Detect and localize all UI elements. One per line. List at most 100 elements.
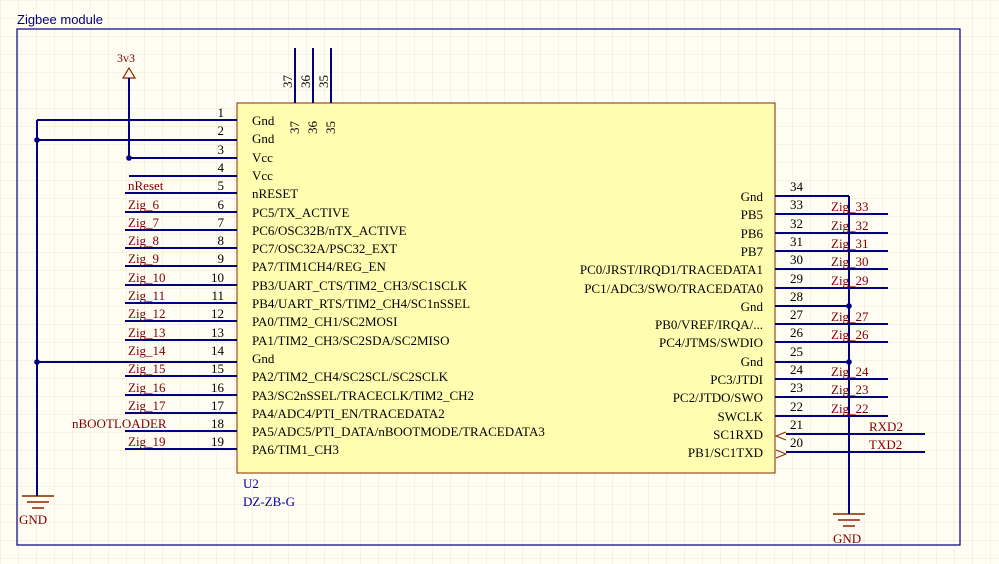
net-label-zig-16[interactable]: Zig_16 [128, 380, 166, 395]
right-pin-25-number: 25 [790, 344, 803, 359]
right-pin-27-number: 27 [790, 307, 804, 322]
net-label-zig-30[interactable]: Zig_30 [831, 254, 869, 269]
left-pin-12-name[interactable]: PA0/TIM2_CH1/SC2MOSI [252, 314, 397, 329]
left-pin-12-number: 12 [211, 306, 224, 321]
net-label-zig-8[interactable]: Zig_8 [128, 233, 159, 248]
net-label-rxd2[interactable]: RXD2 [869, 419, 903, 434]
left-pin-1-number: 1 [218, 105, 225, 120]
right-pin-31-number: 31 [790, 234, 803, 249]
net-label-zig-14[interactable]: Zig_14 [128, 343, 166, 358]
right-pin-20-name[interactable]: PB1/SC1TXD [688, 445, 763, 460]
right-pin-34-number: 34 [790, 179, 804, 194]
left-pin-13-name[interactable]: PA1/TIM2_CH3/SC2SDA/SC2MISO [252, 333, 449, 348]
right-pin-29-number: 29 [790, 271, 803, 286]
right-pin-30-number: 30 [790, 252, 803, 267]
right-pin-25-name[interactable]: Gnd [741, 354, 764, 369]
top-pin-37-name[interactable]: 37 [287, 121, 302, 135]
left-pin-15-name[interactable]: PA2/TIM2_CH4/SC2SCL/SC2SCLK [252, 369, 449, 384]
left-pin-18-name[interactable]: PA5/ADC5/PTI_DATA/nBOOTMODE/TRACEDATA3 [252, 424, 545, 439]
top-pin-37-number: 37 [280, 75, 295, 89]
right-pin-28-name[interactable]: Gnd [741, 299, 764, 314]
right-pin-33-number: 33 [790, 197, 803, 212]
left-pin-16-name[interactable]: PA3/SC2nSSEL/TRACECLK/TIM2_CH2 [252, 388, 474, 403]
net-label-zig-33[interactable]: Zig_33 [831, 199, 869, 214]
right-pin-33-name[interactable]: PB5 [741, 207, 763, 222]
left-pin-5-name[interactable]: nRESET [252, 186, 298, 201]
right-pin-23-number: 23 [790, 380, 803, 395]
net-label-zig-12[interactable]: Zig_12 [128, 306, 166, 321]
left-pin-7-number: 7 [218, 215, 225, 230]
net-label-zig-13[interactable]: Zig_13 [128, 325, 166, 340]
left-pin-15-number: 15 [211, 361, 224, 376]
left-pin-2-name[interactable]: Gnd [252, 131, 275, 146]
left-pin-7-name[interactable]: PC6/OSC32B/nTX_ACTIVE [252, 223, 407, 238]
right-pin-29-name[interactable]: PC1/ADC3/SWO/TRACEDATA0 [584, 281, 763, 296]
right-pin-22-name[interactable]: SWCLK [718, 409, 764, 424]
net-label-zig-19[interactable]: Zig_19 [128, 434, 166, 449]
left-pin-6-name[interactable]: PC5/TX_ACTIVE [252, 205, 350, 220]
left-pin-6-number: 6 [218, 197, 225, 212]
left-pin-10-name[interactable]: PB3/UART_CTS/TIM2_CH3/SC1SCLK [252, 278, 468, 293]
left-pin-5-number: 5 [218, 178, 225, 193]
right-pin-34-name[interactable]: Gnd [741, 189, 764, 204]
net-label-zig-29[interactable]: Zig_29 [831, 273, 869, 288]
vcc-label: 3v3 [117, 51, 135, 65]
net-label-zig-7[interactable]: Zig_7 [128, 215, 160, 230]
top-pin-36-name[interactable]: 36 [305, 121, 320, 135]
right-pin-31-name[interactable]: PB7 [741, 244, 764, 259]
net-label-zig-23[interactable]: Zig_23 [831, 382, 869, 397]
left-pin-17-name[interactable]: PA4/ADC4/PTI_EN/TRACEDATA2 [252, 406, 445, 421]
left-pin-9-name[interactable]: PA7/TIM1CH4/REG_EN [252, 259, 386, 274]
right-pin-21-name[interactable]: SC1RXD [713, 427, 763, 442]
net-label-zig-31[interactable]: Zig_31 [831, 236, 869, 251]
right-pin-32-number: 32 [790, 216, 803, 231]
net-label-zig-9[interactable]: Zig_9 [128, 251, 159, 266]
component-part-name: DZ-ZB-G [243, 494, 295, 509]
component-designator: U2 [243, 476, 259, 491]
net-label-zig-6[interactable]: Zig_6 [128, 197, 160, 212]
right-pin-32-name[interactable]: PB6 [741, 226, 764, 241]
right-pin-21-number: 21 [790, 417, 803, 432]
schematic-canvas: Zigbee module U2 DZ-ZB-G 3v3 GND GND 1 G… [0, 0, 999, 564]
net-label-zig-27[interactable]: Zig_27 [831, 309, 869, 324]
net-label-zig-10[interactable]: Zig_10 [128, 270, 166, 285]
net-label-zig-15[interactable]: Zig_15 [128, 361, 166, 376]
right-pin-27-name[interactable]: PB0/VREF/IRQA/... [655, 317, 763, 332]
left-pin-16-number: 16 [211, 380, 225, 395]
right-pin-24-name[interactable]: PC3/JTDI [710, 372, 763, 387]
right-pin-22-number: 22 [790, 399, 803, 414]
right-pin-26-number: 26 [790, 325, 804, 340]
schematic-sheet: Zigbee module U2 DZ-ZB-G 3v3 GND GND 1Gn… [0, 0, 999, 564]
top-pin-35-name[interactable]: 35 [323, 121, 338, 134]
right-pin-24-number: 24 [790, 362, 804, 377]
net-label-zig-22[interactable]: Zig_22 [831, 401, 869, 416]
net-label-nbootloader[interactable]: nBOOTLOADER [72, 416, 167, 431]
left-pin-1-name[interactable]: Gnd [252, 113, 275, 128]
net-label-zig-11[interactable]: Zig_11 [128, 288, 165, 303]
gnd-left-label: GND [19, 512, 47, 527]
net-label-zig-32[interactable]: Zig_32 [831, 218, 869, 233]
left-pin-19-name[interactable]: PA6/TIM1_CH3 [252, 442, 339, 457]
net-label-zig-17[interactable]: Zig_17 [128, 398, 166, 413]
left-pin-17-number: 17 [211, 398, 225, 413]
left-pin-4-number: 4 [218, 160, 225, 175]
right-pin-28-number: 28 [790, 289, 803, 304]
left-pin-14-number: 14 [211, 343, 225, 358]
left-pin-19-number: 19 [211, 434, 224, 449]
net-label-nreset[interactable]: nReset [128, 178, 164, 193]
left-pin-8-name[interactable]: PC7/OSC32A/PSC32_EXT [252, 241, 397, 256]
right-pin-26-name[interactable]: PC4/JTMS/SWDIO [659, 335, 763, 350]
left-pin-11-name[interactable]: PB4/UART_RTS/TIM2_CH4/SC1nSSEL [252, 296, 470, 311]
net-label-zig-26[interactable]: Zig_26 [831, 327, 869, 342]
net-label-zig-24[interactable]: Zig_24 [831, 364, 869, 379]
top-pin-35-number: 35 [316, 75, 331, 88]
left-pin-10-number: 10 [211, 270, 224, 285]
left-pin-4-name[interactable]: Vcc [252, 168, 273, 183]
left-pin-3-name[interactable]: Vcc [252, 150, 273, 165]
left-pin-14-name[interactable]: Gnd [252, 351, 275, 366]
net-label-txd2[interactable]: TXD2 [869, 437, 902, 452]
left-pin-2-number: 2 [218, 123, 225, 138]
right-pin-30-name[interactable]: PC0/JRST/IRQD1/TRACEDATA1 [580, 262, 763, 277]
right-pin-23-name[interactable]: PC2/JTDO/SWO [673, 390, 763, 405]
top-pin-36-number: 36 [298, 75, 313, 89]
